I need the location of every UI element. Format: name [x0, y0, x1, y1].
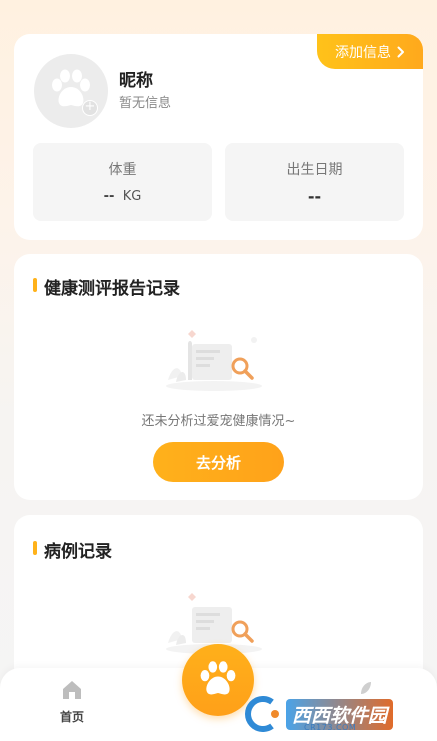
watermark-subtext: CR173.COM	[304, 723, 357, 732]
tab-home-label: 首页	[59, 710, 84, 724]
watermark-logo-icon	[245, 696, 279, 732]
birthday-label: 出生日期	[286, 162, 343, 178]
add-info-label: 添加信息	[335, 44, 391, 61]
health-report-card: 健康测评报告记录 还未分析过爱宠健康情况~ 去分析	[14, 254, 423, 500]
health-section-title: 健康测评报告记录	[44, 279, 180, 299]
home-icon	[63, 681, 81, 699]
birthday-value: --	[307, 187, 322, 206]
paw-icon	[200, 661, 236, 695]
weight-box: 体重 -- KG	[33, 143, 212, 221]
section-accent-bar	[33, 278, 37, 292]
chevron-right-icon	[397, 46, 404, 57]
section-accent-bar	[33, 541, 37, 555]
watermark: 西西软件园 CR173.COM	[242, 694, 432, 734]
weight-label: 体重	[108, 162, 137, 178]
analyze-button[interactable]: 去分析	[153, 442, 284, 482]
weight-unit: KG	[122, 189, 142, 204]
cases-section-title: 病例记录	[44, 542, 112, 562]
weight-value: --	[103, 189, 115, 204]
add-avatar-icon: +	[82, 100, 98, 116]
empty-report-illustration-icon	[166, 330, 262, 391]
no-info-text: 暂无信息	[119, 96, 172, 111]
avatar[interactable]: +	[34, 54, 108, 128]
weight-value-row: -- KG	[33, 189, 212, 204]
birthday-box: 出生日期 --	[225, 143, 404, 221]
tab-home[interactable]: 首页	[52, 680, 92, 725]
profile-card: 添加信息 + 昵称 暂无信息 体重 -- KG 出生日期 --	[14, 34, 423, 240]
health-empty-text: 还未分析过爱宠健康情况~	[141, 414, 296, 429]
add-info-button[interactable]: 添加信息	[317, 34, 423, 69]
nickname: 昵称	[119, 71, 153, 91]
